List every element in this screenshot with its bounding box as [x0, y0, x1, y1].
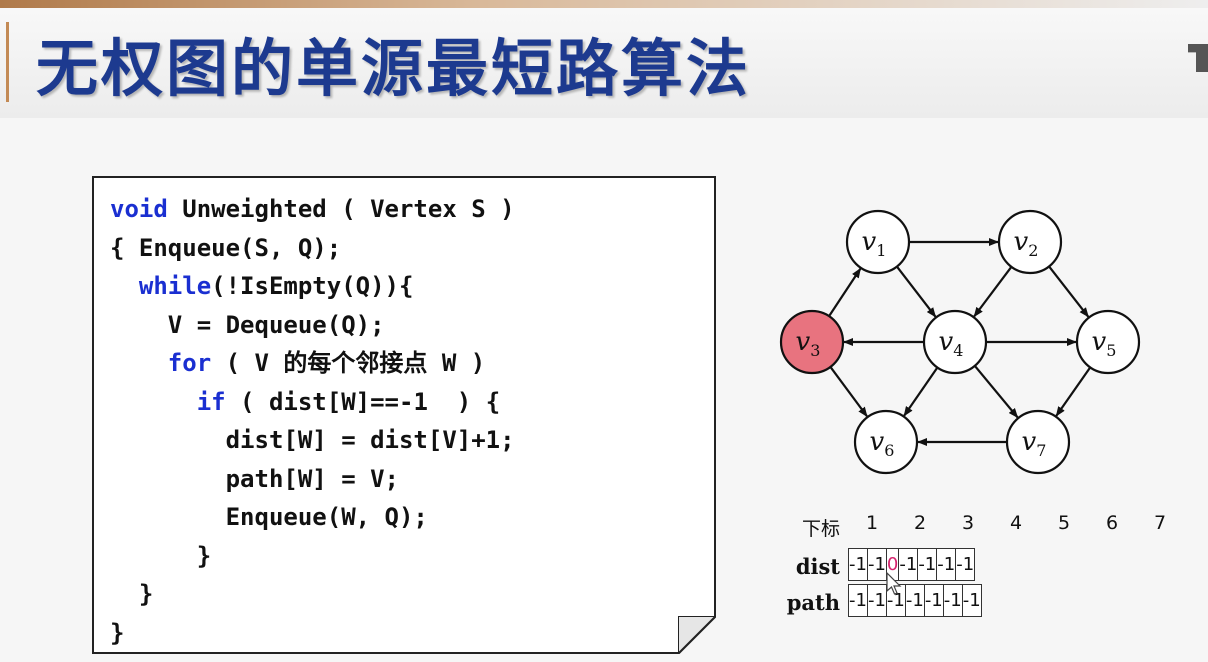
index-cell: 6 — [1105, 512, 1119, 534]
header-rule — [0, 0, 1208, 8]
index-cell: 5 — [1057, 512, 1071, 534]
edge-v4-v7 — [973, 365, 1019, 419]
array-cell: -1 — [955, 548, 976, 581]
edge-v3-v6 — [829, 366, 868, 418]
slide-title: 无权图的单源最短路算法 — [36, 32, 752, 105]
array-cell: -1 — [866, 584, 887, 617]
code-text: ( dist[W]==-1 ) { — [225, 387, 501, 416]
code-keyword: if — [196, 387, 226, 416]
edge-v2-v5 — [1048, 265, 1090, 318]
graph-diagram: v1 v2 v3 v4 v5 v6 v7 — [779, 209, 1141, 475]
array-cell: -1 — [848, 584, 868, 617]
array-cell: -1 — [942, 584, 963, 617]
array-cell: -1 — [917, 548, 938, 581]
code-keyword: for — [167, 349, 212, 377]
edge-v3-v1 — [828, 267, 862, 317]
code-text: } — [110, 541, 212, 570]
code-text: Unweighted ( Vertex S ) — [167, 195, 515, 223]
array-cell: -1 — [936, 548, 957, 581]
array-cell: -1 — [923, 584, 944, 617]
code-line: } — [110, 542, 211, 570]
index-cell: 3 — [961, 512, 975, 534]
code-line: for ( V 的每个邻接点 W ) — [110, 349, 485, 377]
vertex-v7: v7 — [1005, 409, 1071, 475]
array-cell: -1 — [848, 548, 868, 581]
code-line: void Unweighted ( Vertex S ) — [110, 195, 515, 223]
code-line: } — [110, 619, 124, 647]
edge-v1-v4 — [896, 265, 937, 318]
vertex-v5: v5 — [1075, 309, 1141, 375]
vertex-v2: v2 — [997, 209, 1063, 275]
code-keyword: while — [138, 272, 212, 300]
array-cell: -1 — [904, 584, 925, 617]
header-accent — [6, 22, 9, 102]
code-line: V = Dequeue(Q); — [110, 311, 385, 339]
code-text: dist[W] = dist[V]+1; — [110, 426, 515, 454]
code-line: while(!IsEmpty(Q)){ — [110, 272, 414, 300]
path-array: -1 -1 -1 -1 -1 -1 -1 — [848, 584, 982, 617]
dist-array: -1 -1 0 -1 -1 -1 -1 — [848, 548, 976, 581]
index-cell: 4 — [1009, 512, 1023, 534]
array-cell: -1 — [961, 584, 982, 617]
code-text: } — [110, 618, 125, 647]
code-line: { Enqueue(S, Q); — [110, 234, 341, 262]
code-keyword: void — [110, 195, 168, 223]
code-line: if ( dist[W]==-1 ) { — [110, 388, 500, 416]
edge-v4-v6 — [903, 366, 939, 417]
vertex-v3: v3 — [779, 309, 845, 375]
index-cell: 1 — [865, 512, 879, 534]
code-text: (!IsEmpty(Q)){ — [211, 272, 414, 300]
code-text: } — [110, 580, 154, 608]
code-line: Enqueue(W, Q); — [110, 503, 428, 531]
code-block: void Unweighted ( Vertex S ) { Enqueue(S… — [110, 190, 515, 652]
code-text: V = Dequeue(Q); — [110, 310, 385, 339]
index-row-label: 下标 — [801, 518, 840, 540]
vertex-v4: v4 — [922, 309, 988, 375]
code-text: ( V 的每个邻接点 W ) — [211, 349, 486, 377]
edge-v5-v7 — [1055, 366, 1092, 417]
dist-row-label: dist — [795, 554, 840, 579]
mouse-cursor-icon — [886, 572, 902, 595]
code-text: path[W] = V; — [110, 464, 399, 493]
edge-v2-v4 — [973, 266, 1013, 318]
code-line: } — [110, 580, 153, 608]
vertex-v6: v6 — [853, 409, 919, 475]
page-fold-icon — [678, 616, 716, 654]
array-cell: -1 — [866, 548, 887, 581]
path-row-label: path — [786, 590, 840, 615]
code-text: Enqueue(W, Q); — [110, 503, 428, 531]
code-text: { Enqueue(S, Q); — [110, 233, 342, 262]
code-line: path[W] = V; — [110, 465, 399, 493]
index-cell: 7 — [1153, 512, 1167, 534]
code-line: dist[W] = dist[V]+1; — [110, 426, 515, 454]
vertex-v1: v1 — [845, 209, 911, 275]
index-cell: 2 — [913, 512, 927, 534]
